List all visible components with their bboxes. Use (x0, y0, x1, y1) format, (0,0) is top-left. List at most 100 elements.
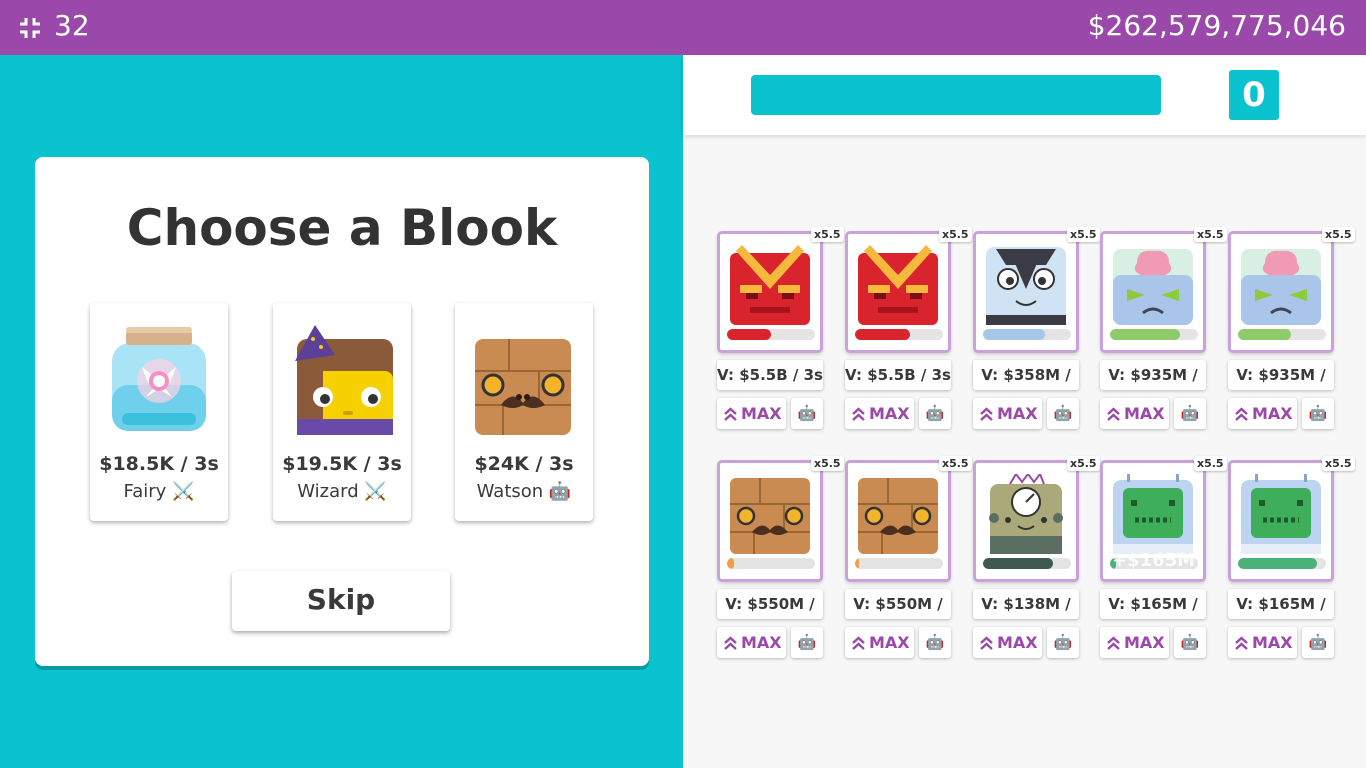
max-upgrade-button[interactable]: MAX (1228, 627, 1297, 658)
double-chevron-up-icon (852, 407, 865, 421)
multiplier-badge: x5.5 (1194, 456, 1227, 471)
robot-button[interactable]: 🤖 (1047, 398, 1079, 429)
blook-card[interactable]: x5.5 (973, 227, 1100, 353)
blook-progress-fill (1110, 558, 1117, 569)
blook-progress-bar (1110, 558, 1198, 569)
max-upgrade-button[interactable]: MAX (1100, 627, 1169, 658)
modal-title: Choose a Blook (126, 199, 558, 257)
max-label: MAX (869, 404, 910, 423)
blook-progress-bar (727, 329, 815, 340)
top-bar: 32 $262,579,775,046 (0, 0, 1366, 55)
exit-fullscreen-icon[interactable] (18, 16, 42, 40)
blook-progress-fill (727, 329, 771, 340)
double-chevron-up-icon (980, 636, 993, 650)
multiplier-badge: x5.5 (811, 227, 844, 242)
left-panel: Choose a Blook $18.5K / 3s Fairy ⚔️ $19.… (0, 55, 683, 768)
blook-value: V: $5.5B / 3s (845, 360, 951, 390)
cyborg-blook-icon (986, 246, 1066, 325)
blook-card[interactable]: x5.5 (845, 227, 972, 353)
blook-progress-fill (983, 558, 1054, 569)
blook-progress-fill (727, 558, 735, 569)
max-upgrade-button[interactable]: MAX (717, 627, 786, 658)
choice-price: $24K / 3s (474, 453, 574, 475)
robot-button[interactable]: 🤖 (1174, 627, 1206, 658)
max-upgrade-button[interactable]: MAX (1228, 398, 1297, 429)
multiplier-badge: x5.5 (1067, 456, 1100, 471)
blook-card[interactable]: x5.5 (1100, 227, 1227, 353)
brain-robot-blook-icon (1241, 247, 1321, 325)
choice-fairy[interactable]: $18.5K / 3s Fairy ⚔️ (90, 303, 228, 521)
choice-name: Wizard ⚔️ (297, 481, 387, 502)
multiplier-badge: x5.5 (1194, 227, 1227, 242)
choice-wizard[interactable]: $19.5K / 3s Wizard ⚔️ (273, 303, 411, 521)
robot-button[interactable]: 🤖 (1302, 398, 1334, 429)
multiplier-badge: x5.5 (811, 456, 844, 471)
blook-card[interactable]: x5.5 (1228, 227, 1355, 353)
blook-card[interactable]: x5.5 (717, 227, 844, 353)
red-samurai-blook-icon (858, 245, 938, 325)
blook-progress-bar (1238, 558, 1326, 569)
robot-icon: 🤖 (925, 404, 945, 422)
robot-icon: 🤖 (925, 633, 945, 651)
robot-button[interactable]: 🤖 (1302, 627, 1334, 658)
blook-card[interactable]: x5.5 (1228, 456, 1355, 582)
max-upgrade-button[interactable]: MAX (973, 627, 1042, 658)
blook-progress-fill (1238, 329, 1291, 340)
blook-progress-bar (855, 558, 943, 569)
double-chevron-up-icon (852, 636, 865, 650)
robot-button[interactable]: 🤖 (791, 627, 823, 658)
choice-watson[interactable]: $24K / 3s Watson 🤖 (455, 303, 593, 521)
robot-button[interactable]: 🤖 (1047, 627, 1079, 658)
multiplier-badge: x5.5 (1322, 227, 1355, 242)
max-label: MAX (741, 633, 782, 652)
blook-card[interactable]: x5.5 (1100, 456, 1227, 582)
blook-card[interactable]: x5.5 (973, 456, 1100, 582)
watson-blook-icon (730, 476, 810, 554)
max-label: MAX (997, 404, 1038, 423)
skip-button[interactable]: Skip (232, 571, 450, 631)
robot-icon: 🤖 (1180, 404, 1200, 422)
blook-value: V: $165M / 1s (1100, 589, 1206, 643)
robot-button[interactable]: 🤖 (1174, 398, 1206, 429)
blook-value: V: $5.5B / 3s (717, 360, 823, 390)
max-label: MAX (1252, 633, 1293, 652)
max-upgrade-button[interactable]: MAX (1100, 398, 1169, 429)
robot-button[interactable]: 🤖 (919, 627, 951, 658)
blook-progress-bar (983, 558, 1071, 569)
choose-blook-modal: Choose a Blook $18.5K / 3s Fairy ⚔️ $19.… (35, 157, 649, 666)
screen-robot-blook-icon (1241, 474, 1321, 554)
blook-card[interactable]: x5.5 (845, 456, 972, 582)
max-label: MAX (997, 633, 1038, 652)
choice-price: $19.5K / 3s (282, 453, 402, 475)
choice-name: Watson 🤖 (476, 481, 572, 502)
blook-value: V: $550M / 3s (717, 589, 823, 643)
double-chevron-up-icon (1235, 407, 1248, 421)
blook-value: V: $935M / 2s (1100, 360, 1206, 414)
max-upgrade-button[interactable]: MAX (845, 627, 914, 658)
max-label: MAX (1124, 633, 1165, 652)
blook-value: V: $935M / 2s (1228, 360, 1334, 414)
multiplier-badge: x5.5 (1067, 227, 1100, 242)
total-money: $262,579,775,046 (1087, 9, 1346, 42)
blook-progress-bar (855, 329, 943, 340)
max-upgrade-button[interactable]: MAX (845, 398, 914, 429)
double-chevron-up-icon (1235, 636, 1248, 650)
max-upgrade-button[interactable]: MAX (973, 398, 1042, 429)
blook-value: V: $165M / 1s (1228, 589, 1334, 643)
choice-price: $18.5K / 3s (99, 453, 219, 475)
robot-icon: 🤖 (1053, 633, 1073, 651)
robot-button[interactable]: 🤖 (791, 398, 823, 429)
blook-progress-bar (1238, 329, 1326, 340)
choice-name: Fairy ⚔️ (123, 481, 195, 502)
gauge-robot-blook-icon (988, 474, 1064, 554)
blook-progress-fill (1238, 558, 1318, 569)
max-upgrade-button[interactable]: MAX (717, 398, 786, 429)
robot-button[interactable]: 🤖 (919, 398, 951, 429)
watson-blook-icon (475, 339, 571, 435)
fairy-blook-icon (112, 327, 206, 431)
blook-value: V: $358M / 2s (973, 360, 1079, 414)
double-chevron-up-icon (724, 407, 737, 421)
blook-card[interactable]: x5.5 (717, 456, 844, 582)
brain-robot-blook-icon (1113, 247, 1193, 325)
robot-icon: 🤖 (1308, 633, 1328, 651)
